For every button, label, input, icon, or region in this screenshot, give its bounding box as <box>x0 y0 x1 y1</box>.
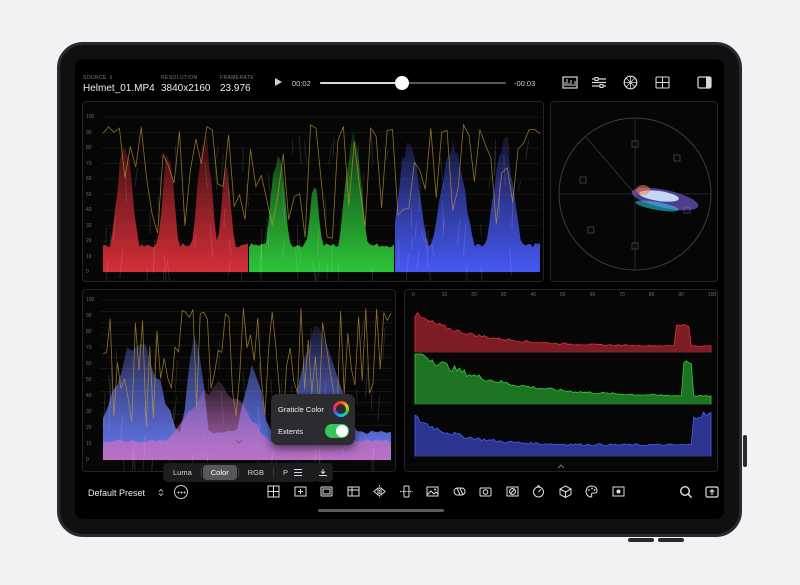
segment-divider <box>237 468 239 477</box>
adjust-icon[interactable] <box>313 463 333 482</box>
scope-mode-luma[interactable]: Luma <box>165 465 200 480</box>
vectorscope-icon[interactable] <box>621 75 639 90</box>
histogram-green <box>414 353 712 405</box>
graticule-color-label: Graticle Color <box>278 405 324 414</box>
record-frame-icon[interactable] <box>610 483 627 500</box>
camera-icon[interactable] <box>477 483 494 500</box>
image-icon[interactable] <box>424 483 441 500</box>
source-info[interactable]: SOURCE ⇕ Helmet_01.MP4 <box>83 75 155 94</box>
crosshair-grid-icon[interactable] <box>265 483 282 500</box>
source-value: Helmet_01.MP4 <box>83 83 155 94</box>
flip-horizontal-icon[interactable] <box>371 483 388 500</box>
vectorscope-target <box>587 226 595 234</box>
play-icon[interactable] <box>273 77 283 87</box>
playback-scrubber[interactable] <box>320 82 506 84</box>
timer-icon[interactable] <box>530 483 547 500</box>
resolution-label: RESOLUTION <box>161 75 198 81</box>
side-button <box>743 435 747 467</box>
histogram-red <box>414 312 712 353</box>
extents-toggle[interactable] <box>325 424 349 438</box>
vectorscope-trace <box>631 185 699 212</box>
flip-vertical-icon[interactable] <box>398 483 415 500</box>
more-options-icon[interactable] <box>174 485 188 499</box>
scope-mode-rgb[interactable]: RGB <box>240 465 272 480</box>
histogram-scope[interactable]: 0 10 20 30 40 50 60 70 80 90 100 <box>404 289 718 472</box>
export-icon[interactable] <box>703 483 720 500</box>
home-indicator <box>318 509 444 512</box>
parade-icon[interactable] <box>590 75 608 90</box>
preset-selector[interactable]: Default Preset <box>85 484 167 501</box>
palette-icon[interactable] <box>583 483 600 500</box>
plus-frame-icon[interactable] <box>292 483 309 500</box>
parade-green <box>249 131 394 281</box>
scrubber-knob[interactable] <box>394 76 409 90</box>
histogram-blue <box>414 411 712 457</box>
cube-icon[interactable] <box>557 483 574 500</box>
segment-divider <box>272 468 274 477</box>
app-screen: SOURCE ⇕ Helmet_01.MP4 RESOLUTION 3840x2… <box>75 59 724 519</box>
parade-blue <box>395 136 540 281</box>
vectorscope-target <box>673 154 681 162</box>
preset-label: Default Preset <box>88 487 146 498</box>
resolution-value: 3840x2160 <box>161 83 211 94</box>
list-settings-icon[interactable] <box>288 463 308 482</box>
vectorscope-panel[interactable] <box>550 101 718 282</box>
crop-frame-icon[interactable] <box>345 483 362 500</box>
scope-settings-popover: Graticle Color Extents <box>271 394 355 445</box>
extents-label: Extents <box>278 427 304 436</box>
sidebar-icon[interactable] <box>695 75 713 90</box>
volume-button-1 <box>628 538 654 542</box>
chevron-down-icon[interactable] <box>234 439 244 445</box>
segment-divider <box>200 468 202 477</box>
ipad-frame: SOURCE ⇕ Helmet_01.MP4 RESOLUTION 3840x2… <box>57 42 747 542</box>
vectorscope-target <box>579 176 587 184</box>
remaining-time: -00:03 <box>514 79 536 88</box>
framerate-value: 23.976 <box>220 83 251 94</box>
zebra-icon[interactable] <box>451 483 468 500</box>
skin-tone-line <box>584 135 636 195</box>
rgb-parade-scope[interactable]: 100 90 80 70 60 50 40 30 20 10 0 <box>82 101 544 282</box>
resolution-info: RESOLUTION 3840x2160 <box>161 75 211 94</box>
search-icon[interactable] <box>677 483 694 500</box>
framerate-label: FRAMERATE <box>220 75 255 81</box>
elapsed-time: 00:02 <box>292 79 311 88</box>
grid-layout-icon[interactable] <box>653 75 671 90</box>
volume-button-2 <box>658 538 684 542</box>
chevron-updown-icon <box>158 488 164 497</box>
chevron-up-icon[interactable] <box>556 463 566 469</box>
framerate-info: FRAMERATE 23.976 <box>220 75 254 94</box>
false-color-icon[interactable] <box>504 483 521 500</box>
monitor-frame-icon[interactable] <box>318 483 335 500</box>
waveform-icon[interactable] <box>561 75 579 90</box>
source-label: SOURCE ⇕ <box>83 75 114 81</box>
graticule-color-well[interactable] <box>333 401 349 417</box>
scope-mode-color[interactable]: Color <box>202 465 237 480</box>
